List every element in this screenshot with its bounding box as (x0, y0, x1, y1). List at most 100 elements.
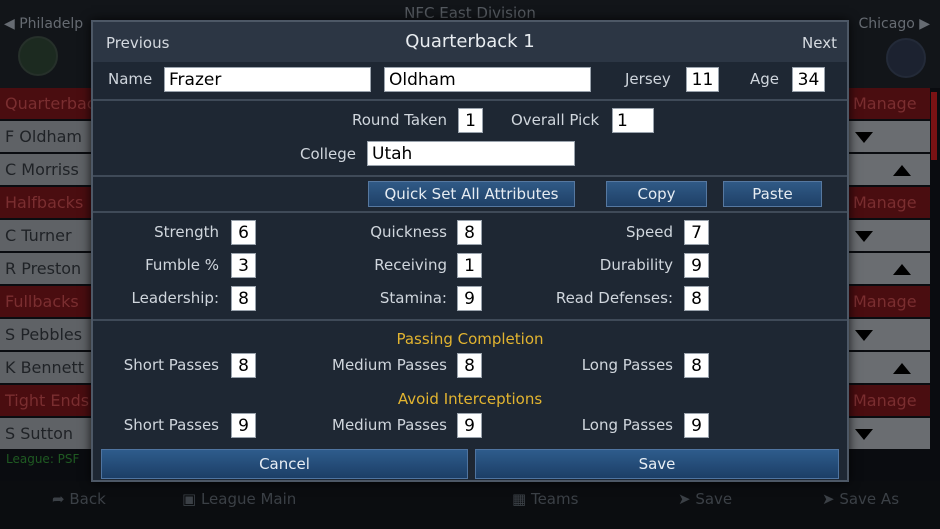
move-player-control[interactable] (848, 253, 930, 284)
dialog-header: Previous Quarterback 1 Next (93, 22, 847, 62)
move-up-icon[interactable] (893, 363, 911, 374)
save-toolbar-button[interactable]: ➤ Save (678, 490, 732, 508)
divider (93, 99, 847, 101)
leadership-label: Leadership: (131, 289, 220, 307)
read-defenses-label: Read Defenses: (555, 289, 673, 307)
next-team-name: Chicago (858, 16, 915, 32)
pass-medium-field[interactable]: 8 (457, 353, 482, 378)
age-label: Age (750, 70, 780, 88)
roster-player-row[interactable]: R Preston (0, 253, 95, 284)
move-down-icon[interactable] (855, 132, 873, 143)
roster-player-row[interactable]: S Sutton (0, 418, 95, 449)
paste-button[interactable]: Paste (723, 181, 822, 207)
receiving-label: Receiving (374, 256, 447, 274)
move-down-icon[interactable] (855, 330, 873, 341)
round-taken-label: Round Taken (352, 111, 447, 129)
roster-player-row[interactable]: C Morriss (0, 154, 95, 185)
passing-completion-title: Passing Completion (396, 330, 544, 348)
fumble-label: Fumble % (145, 256, 219, 274)
int-short-field[interactable]: 9 (231, 413, 256, 438)
round-taken-field[interactable]: 1 (458, 108, 483, 133)
save-as-button[interactable]: ➤ Save As (822, 490, 899, 508)
avoid-interceptions-title: Avoid Interceptions (397, 390, 543, 408)
overall-pick-label: Overall Pick (511, 111, 600, 129)
divider (93, 211, 847, 213)
position-group-header[interactable]: Tight Ends (0, 385, 95, 416)
roster-player-row[interactable]: S Pebbles (0, 319, 95, 350)
manage-button[interactable]: Manage (848, 385, 930, 416)
roster-player-row[interactable]: F Oldham (0, 121, 95, 152)
speed-label: Speed (625, 223, 673, 241)
age-field[interactable]: 34 (792, 67, 825, 92)
roster-scrollbar[interactable] (931, 92, 937, 160)
manage-button[interactable]: Manage (848, 286, 930, 317)
leadership-field[interactable]: 8 (231, 286, 256, 311)
int-long-field[interactable]: 9 (684, 413, 709, 438)
pass-long-label: Long Passes (581, 356, 673, 374)
college-field[interactable]: Utah (367, 141, 575, 166)
move-up-icon[interactable] (893, 165, 911, 176)
overall-pick-field[interactable]: 1 (612, 108, 654, 133)
speed-field[interactable]: 7 (684, 220, 709, 245)
read-defenses-field[interactable]: 8 (684, 286, 709, 311)
name-label: Name (108, 70, 153, 88)
position-group-header[interactable]: Quarterbac (0, 88, 96, 119)
stamina-label: Stamina: (379, 289, 447, 307)
move-down-icon[interactable] (855, 429, 873, 440)
int-medium-label: Medium Passes (332, 416, 447, 434)
roster-player-row[interactable]: C Turner (0, 220, 95, 251)
jersey-field[interactable]: 11 (686, 67, 719, 92)
college-label: College (300, 145, 356, 163)
strength-field[interactable]: 6 (231, 220, 256, 245)
back-button[interactable]: ➦ Back (52, 490, 106, 508)
fumble-field[interactable]: 3 (231, 253, 256, 278)
move-player-control[interactable] (848, 154, 930, 185)
next-button[interactable]: Next (802, 34, 837, 52)
stamina-field[interactable]: 9 (457, 286, 482, 311)
league-main-label: League Main (200, 490, 297, 508)
save-as-label: Save As (839, 490, 900, 508)
move-player-control[interactable] (848, 121, 930, 152)
league-main-button[interactable]: ▣ League Main (182, 490, 296, 508)
team-logo-left (18, 36, 58, 76)
save-button[interactable]: Save (475, 449, 839, 479)
jersey-label: Jersey (625, 70, 671, 88)
int-short-label: Short Passes (123, 416, 219, 434)
move-down-icon[interactable] (855, 231, 873, 242)
int-long-label: Long Passes (581, 416, 673, 434)
pass-short-label: Short Passes (123, 356, 219, 374)
manage-button[interactable]: Manage (848, 88, 930, 119)
position-group-header[interactable]: Halfbacks (0, 187, 95, 218)
quick-set-attributes-button[interactable]: Quick Set All Attributes (368, 181, 575, 207)
manage-button[interactable]: Manage (848, 187, 930, 218)
quickness-label: Quickness (370, 223, 447, 241)
first-name-field[interactable]: Frazer (164, 67, 371, 92)
move-player-control[interactable] (848, 220, 930, 251)
copy-button[interactable]: Copy (606, 181, 707, 207)
bottom-toolbar (0, 481, 940, 529)
move-up-icon[interactable] (893, 264, 911, 275)
teams-label: Teams (530, 490, 579, 508)
roster-player-row[interactable]: K Bennett (0, 352, 95, 383)
quickness-field[interactable]: 8 (457, 220, 482, 245)
receiving-field[interactable]: 1 (457, 253, 482, 278)
pass-long-field[interactable]: 8 (684, 353, 709, 378)
pass-short-field[interactable]: 8 (231, 353, 256, 378)
durability-label: Durability (599, 256, 673, 274)
durability-field[interactable]: 9 (684, 253, 709, 278)
divider (93, 175, 847, 177)
move-player-control[interactable] (848, 352, 930, 383)
divider (93, 319, 847, 321)
next-team-link[interactable]: Chicago ▶ (859, 16, 931, 32)
dialog-title: Quarterback 1 (405, 31, 535, 52)
int-medium-field[interactable]: 9 (457, 413, 482, 438)
back-label: Back (69, 490, 106, 508)
position-group-header[interactable]: Fullbacks (0, 286, 95, 317)
prev-team-link[interactable]: ◀ Philadelp (4, 16, 83, 32)
teams-button[interactable]: ▦ Teams (512, 490, 578, 508)
last-name-field[interactable]: Oldham (384, 67, 591, 92)
move-player-control[interactable] (848, 418, 930, 449)
league-status: League: PSF (6, 452, 80, 466)
cancel-button[interactable]: Cancel (101, 449, 468, 479)
move-player-control[interactable] (848, 319, 930, 350)
